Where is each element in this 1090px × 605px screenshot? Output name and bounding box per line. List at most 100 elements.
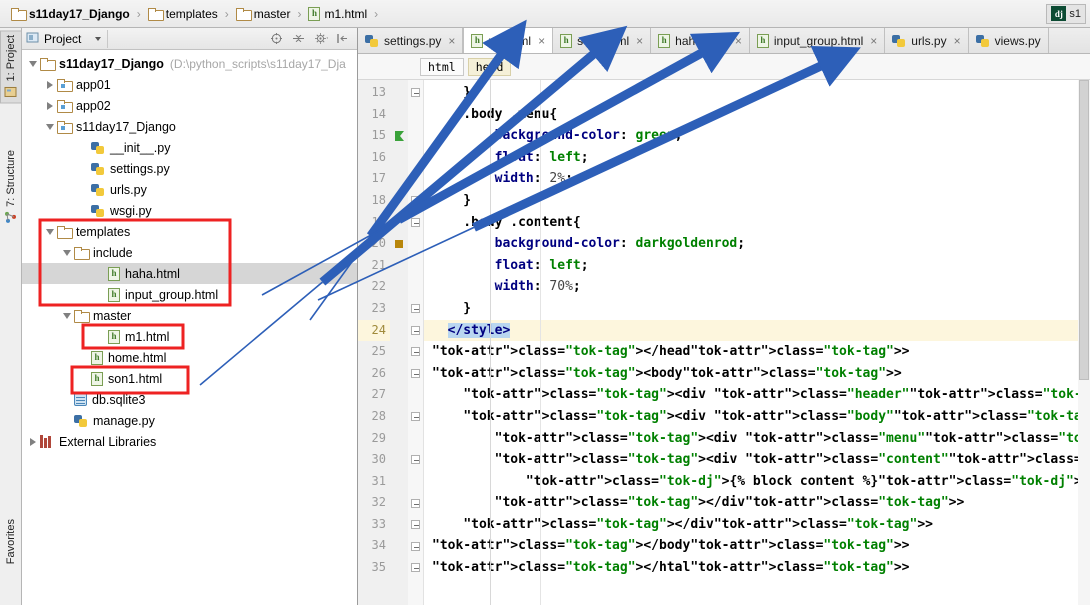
fold-toggle-icon[interactable] (408, 212, 423, 234)
fold-toggle-icon[interactable] (408, 535, 423, 557)
breadcrumb-item[interactable]: h m1.html (305, 6, 370, 22)
code-line[interactable]: float: left; (424, 147, 1090, 169)
code-folding-column[interactable] (408, 80, 424, 605)
tree-row[interactable]: settings.py (22, 158, 357, 179)
code-line[interactable]: "tok-attr">class="tok-dj">{% block conte… (424, 471, 1090, 493)
tree-expand-toggle-icon[interactable] (60, 309, 74, 323)
breadcrumb-item[interactable]: master (233, 6, 294, 22)
tree-row[interactable]: include (22, 242, 357, 263)
code-line[interactable]: } (424, 82, 1090, 104)
fold-toggle-icon[interactable] (408, 492, 423, 514)
code-line[interactable]: .body .content{ (424, 212, 1090, 234)
tree-row[interactable]: h input_group.html (22, 284, 357, 305)
tree-row[interactable]: h son1.html (22, 368, 357, 389)
tree-row[interactable]: h haha.html (22, 263, 357, 284)
sidebar-item-favorites[interactable]: Favorites (0, 515, 22, 568)
color-swatch-marker-icon[interactable] (390, 233, 408, 255)
bookmark-marker-icon[interactable] (390, 125, 408, 147)
fold-toggle-icon[interactable] (408, 82, 423, 104)
tree-row[interactable]: s11day17_Django (22, 116, 357, 137)
editor-tab[interactable]: settings.py × (358, 28, 464, 53)
fold-toggle-icon[interactable] (408, 363, 423, 385)
tree-expand-toggle-icon[interactable] (60, 246, 74, 260)
code-line[interactable]: "tok-attr">class="tok-tag"><div "tok-att… (424, 428, 1090, 450)
tree-row[interactable]: __init__.py (22, 137, 357, 158)
fold-toggle-icon[interactable] (408, 557, 423, 579)
breadcrumb-item[interactable]: templates (145, 6, 221, 22)
code-line[interactable]: background-color: green; (424, 125, 1090, 147)
code-line[interactable]: width: 2%; (424, 168, 1090, 190)
fold-toggle-icon[interactable] (408, 406, 423, 428)
code-line[interactable]: "tok-attr">class="tok-tag"></div"tok-att… (424, 514, 1090, 536)
fold-toggle-icon[interactable] (408, 190, 423, 212)
locate-icon[interactable] (270, 32, 283, 45)
code-line[interactable]: "tok-attr">class="tok-tag"><div "tok-att… (424, 406, 1090, 428)
tree-row[interactable]: s11day17_Django (D:\python_scripts\s11day… (22, 53, 357, 74)
tree-row[interactable]: master (22, 305, 357, 326)
tree-expand-toggle-icon[interactable] (43, 99, 57, 113)
tree-row[interactable]: app02 (22, 95, 357, 116)
code-line[interactable]: "tok-attr">class="tok-tag"><div "tok-att… (424, 384, 1090, 406)
editor-tab[interactable]: views.py (969, 28, 1049, 53)
chevron-down-icon[interactable] (95, 36, 102, 41)
editor-tab[interactable]: urls.py × (885, 28, 969, 53)
tree-expand-toggle-icon[interactable] (43, 78, 57, 92)
close-icon[interactable]: × (870, 34, 877, 48)
fold-toggle-icon[interactable] (408, 514, 423, 536)
code-line[interactable]: </style> (424, 319, 1090, 342)
hide-panel-icon[interactable] (336, 32, 349, 45)
fold-toggle-icon[interactable] (408, 320, 423, 342)
tree-row[interactable]: h home.html (22, 347, 357, 368)
code-line[interactable]: .body .menu{ (424, 104, 1090, 126)
close-icon[interactable]: × (636, 34, 643, 48)
fold-toggle-icon[interactable] (408, 341, 423, 363)
sidebar-item-structure[interactable]: 7: Structure (0, 146, 22, 228)
tree-row[interactable]: app01 (22, 74, 357, 95)
code-line[interactable]: width: 70%; (424, 276, 1090, 298)
code-line[interactable]: "tok-attr">class="tok-tag"></body"tok-at… (424, 535, 1090, 557)
code-line[interactable]: float: left; (424, 255, 1090, 277)
tree-expand-toggle-icon[interactable] (26, 435, 40, 449)
tree-row[interactable]: manage.py (22, 410, 357, 431)
code-line[interactable]: "tok-attr">class="tok-tag"></head"tok-at… (424, 341, 1090, 363)
editor-tab[interactable]: h input_group.html × (750, 28, 886, 53)
tree-row[interactable]: wsgi.py (22, 200, 357, 221)
tree-row[interactable]: h m1.html (22, 326, 357, 347)
code-line[interactable]: "tok-attr">class="tok-tag"><body"tok-att… (424, 363, 1090, 385)
run-configuration-widget[interactable]: dj s1 (1046, 3, 1086, 24)
close-icon[interactable]: × (735, 34, 742, 48)
code-line[interactable]: "tok-attr">class="tok-tag"><div "tok-att… (424, 449, 1090, 471)
close-icon[interactable]: × (448, 34, 455, 48)
code-line[interactable]: } (424, 298, 1090, 320)
project-view-selector[interactable]: Project (26, 29, 109, 48)
tree-row[interactable]: templates (22, 221, 357, 242)
editor-tab[interactable]: h m1.html × (463, 28, 554, 53)
code-text[interactable]: } .body .menu{ background-color: green; … (424, 80, 1090, 605)
tree-expand-toggle-icon[interactable] (26, 57, 40, 71)
structure-crumb[interactable]: head (467, 57, 512, 76)
structure-crumb[interactable]: html (420, 57, 464, 76)
sidebar-item-project[interactable]: 1: Project (0, 30, 22, 104)
fold-toggle-icon[interactable] (408, 298, 423, 320)
project-file-tree[interactable]: s11day17_Django (D:\python_scripts\s11day… (22, 50, 357, 452)
editor-vertical-scrollbar[interactable] (1078, 80, 1090, 605)
tree-expand-toggle-icon[interactable] (43, 120, 57, 134)
code-line[interactable]: "tok-attr">class="tok-tag"></div"tok-att… (424, 492, 1090, 514)
editor-tab-bar[interactable]: settings.py × h m1.html × h son1.html × h haha.ht… (358, 28, 1090, 54)
code-line[interactable]: background-color: darkgoldenrod; (424, 233, 1090, 255)
gutter-marker-column[interactable] (390, 80, 408, 605)
settings-gear-icon[interactable] (314, 32, 329, 45)
close-icon[interactable]: × (954, 34, 961, 48)
editor-tab[interactable]: h son1.html × (553, 28, 652, 53)
code-editor[interactable]: 13 14 15 16 17 18 19 20 21 22 23 24 25 26 27 28 29 30 31 32… (358, 80, 1090, 605)
tree-row[interactable]: External Libraries (22, 431, 357, 452)
close-icon[interactable]: × (538, 34, 545, 48)
fold-toggle-icon[interactable] (408, 449, 423, 471)
tree-expand-toggle-icon[interactable] (43, 225, 57, 239)
tree-row[interactable]: db.sqlite3 (22, 389, 357, 410)
tree-row[interactable]: urls.py (22, 179, 357, 200)
editor-tab[interactable]: h haha.html × (651, 28, 750, 53)
collapse-all-icon[interactable] (292, 32, 305, 45)
code-line[interactable]: "tok-attr">class="tok-tag"></htal"tok-at… (424, 557, 1090, 579)
code-line[interactable]: } (424, 190, 1090, 212)
